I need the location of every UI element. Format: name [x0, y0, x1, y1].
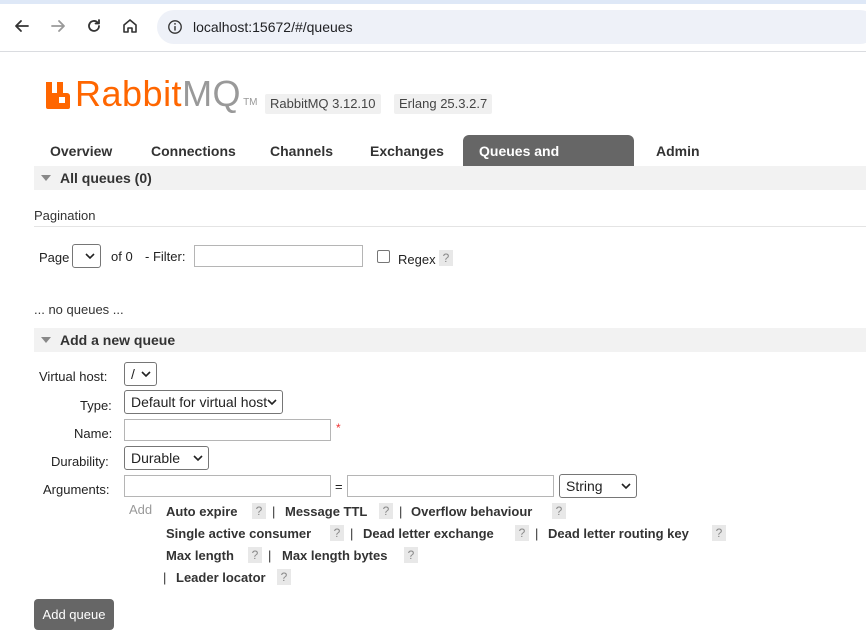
add-queue-button[interactable]: Add queue: [34, 599, 114, 630]
all-queues-section-header[interactable]: All queues (0): [34, 166, 866, 190]
tab-queues-and-streams[interactable]: Queues and Streams: [463, 135, 634, 191]
pagination-divider: [34, 226, 866, 227]
virtual-host-label: Virtual host:: [39, 369, 108, 384]
queue-type-value: Default for virtual host: [131, 394, 268, 410]
durability-label: Durability:: [51, 454, 109, 469]
overflow-behaviour-help-icon[interactable]: ?: [552, 503, 566, 519]
regex-label: Regex: [398, 252, 436, 267]
queue-name-input[interactable]: [124, 419, 331, 441]
page-count-text: of 0: [111, 249, 133, 264]
dead-letter-exchange-help-icon[interactable]: ?: [515, 525, 529, 541]
chevron-down-icon: [141, 371, 151, 378]
separator: |: [535, 526, 539, 541]
arg-link-leader-locator[interactable]: Leader locator: [176, 570, 266, 585]
required-asterisk: *: [336, 421, 341, 435]
chevron-down-icon: [85, 253, 95, 260]
separator: |: [163, 570, 167, 585]
filter-input[interactable]: [194, 245, 363, 267]
tab-admin[interactable]: Admin: [640, 135, 716, 167]
pagination-heading: Pagination: [34, 208, 96, 223]
collapse-triangle-icon: [41, 175, 51, 181]
add-argument-label: Add: [129, 502, 153, 517]
filter-label: - Filter:: [145, 249, 186, 264]
logo-rabbit-text: Rabbit: [75, 73, 183, 114]
durability-value: Durable: [131, 450, 181, 466]
forward-icon[interactable]: [46, 14, 70, 38]
all-queues-title: All queues (0): [60, 170, 152, 186]
add-queue-section-header[interactable]: Add a new queue: [34, 328, 866, 352]
browser-toolbar: localhost:15672/#/queues: [0, 0, 866, 52]
argument-type-select[interactable]: String: [559, 474, 637, 498]
back-icon[interactable]: [10, 14, 34, 38]
type-label: Type:: [80, 398, 112, 413]
main-nav-tabs: Overview Connections Channels Exchanges …: [34, 135, 866, 191]
queue-type-select[interactable]: Default for virtual host: [124, 390, 283, 414]
rabbitmq-version-badge: RabbitMQ 3.12.10: [265, 94, 381, 114]
leader-locator-help-icon[interactable]: ?: [277, 569, 291, 585]
browser-top-strip: [0, 0, 866, 4]
chevron-down-icon: [267, 399, 277, 406]
erlang-version-badge: Erlang 25.3.2.7: [394, 94, 493, 114]
virtual-host-select[interactable]: /: [124, 362, 157, 386]
home-icon[interactable]: [118, 14, 142, 38]
tab-overview[interactable]: Overview: [34, 135, 128, 167]
no-queues-text: ... no queues ...: [34, 302, 124, 317]
arg-link-max-length-bytes[interactable]: Max length bytes: [282, 548, 387, 563]
tab-exchanges[interactable]: Exchanges: [354, 135, 460, 167]
argument-key-input[interactable]: [124, 475, 331, 497]
message-ttl-help-icon[interactable]: ?: [379, 503, 393, 519]
single-active-consumer-help-icon[interactable]: ?: [330, 525, 344, 541]
arg-link-dead-letter-exchange[interactable]: Dead letter exchange: [363, 526, 494, 541]
site-info-icon[interactable]: [166, 18, 184, 36]
virtual-host-value: /: [131, 366, 135, 382]
logo-mq-text: MQ: [182, 73, 242, 114]
logo-trademark: TM: [243, 97, 258, 108]
argument-value-input[interactable]: [347, 475, 554, 497]
add-queue-title: Add a new queue: [60, 332, 176, 348]
arguments-label: Arguments:: [43, 482, 110, 497]
reload-icon[interactable]: [82, 14, 106, 38]
arg-link-message-ttl[interactable]: Message TTL: [285, 504, 367, 519]
separator: |: [268, 548, 272, 563]
rabbitmq-logo-mark: [46, 82, 70, 109]
dead-letter-routing-key-help-icon[interactable]: ?: [712, 525, 726, 541]
arg-link-auto-expire[interactable]: Auto expire: [166, 504, 238, 519]
chevron-down-icon: [621, 483, 631, 490]
arg-link-dead-letter-routing-key[interactable]: Dead letter routing key: [548, 526, 689, 541]
arg-link-single-active-consumer[interactable]: Single active consumer: [166, 526, 311, 541]
separator: |: [399, 504, 403, 519]
durability-select[interactable]: Durable: [124, 446, 209, 470]
arg-link-max-length[interactable]: Max length: [166, 548, 234, 563]
collapse-triangle-icon: [41, 337, 51, 343]
address-bar[interactable]: localhost:15672/#/queues: [157, 10, 866, 44]
regex-checkbox[interactable]: [377, 250, 390, 263]
max-length-help-icon[interactable]: ?: [248, 547, 262, 563]
url-text: localhost:15672/#/queues: [193, 19, 353, 35]
regex-help-icon[interactable]: ?: [439, 250, 453, 266]
separator: |: [350, 526, 354, 541]
separator: |: [272, 504, 276, 519]
page-select[interactable]: [72, 244, 101, 268]
chevron-down-icon: [193, 455, 203, 462]
auto-expire-help-icon[interactable]: ?: [252, 503, 266, 519]
tab-channels[interactable]: Channels: [254, 135, 349, 167]
arg-link-overflow-behaviour[interactable]: Overflow behaviour: [411, 504, 532, 519]
page-label: Page: [39, 250, 70, 265]
name-label: Name:: [74, 426, 113, 441]
tab-connections[interactable]: Connections: [135, 135, 252, 167]
argument-equals-sign: =: [335, 479, 343, 494]
argument-type-value: String: [566, 478, 603, 494]
max-length-bytes-help-icon[interactable]: ?: [404, 547, 418, 563]
rabbitmq-logo: Rabbit MQ TM: [44, 76, 258, 112]
